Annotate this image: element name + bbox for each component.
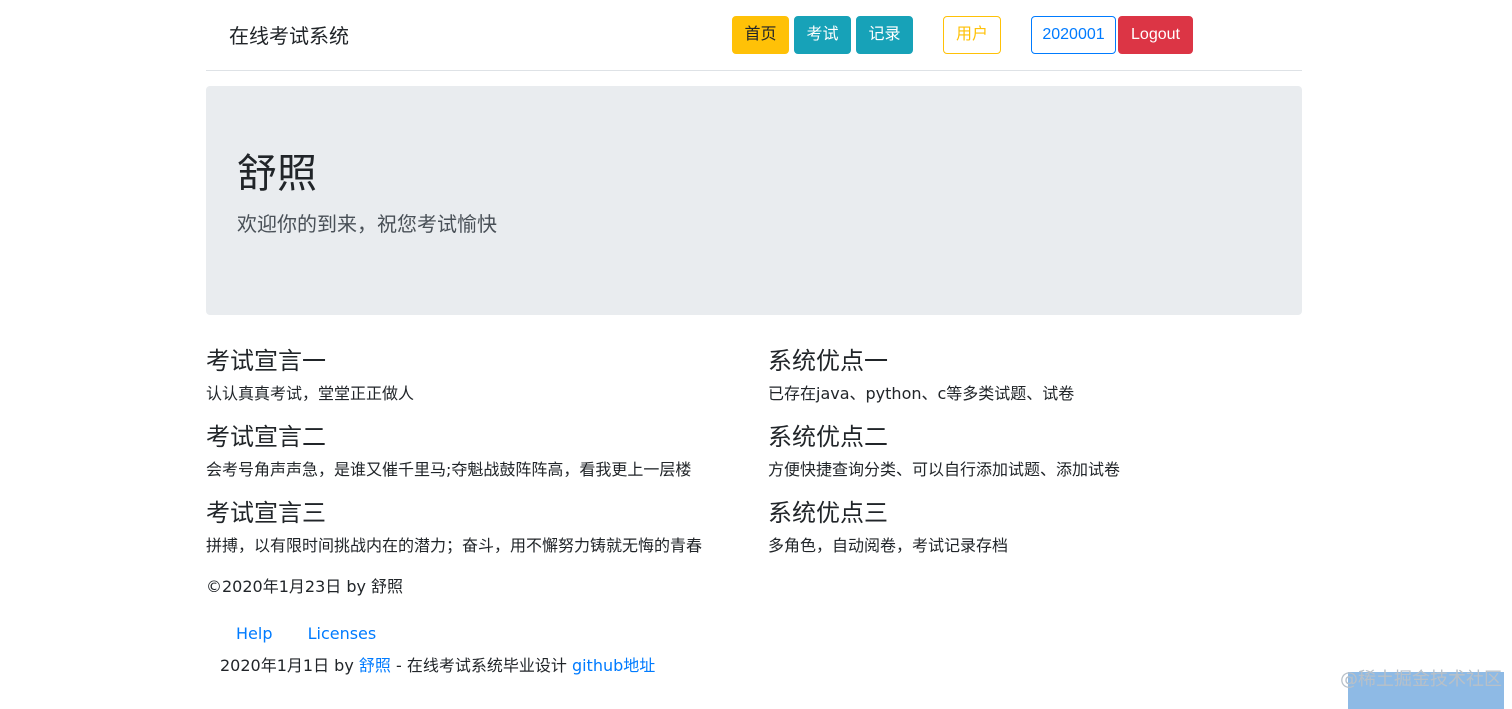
advantage-heading: 系统优点二 bbox=[768, 423, 888, 451]
declaration-heading: 考试宣言一 bbox=[206, 347, 326, 375]
advantage-text: 多角色，自动阅卷，考试记录存档 bbox=[768, 536, 1009, 555]
welcome-title: 舒照 bbox=[237, 151, 317, 197]
exam-declarations-column: 考试宣言一 认认真真考试，堂堂正正做人 考试宣言二 会考号角声声急，是谁又催千里… bbox=[206, 344, 766, 572]
declaration-text: 认认真真考试，堂堂正正做人 bbox=[206, 384, 415, 403]
advantage-item: 系统优点一 已存在java、python、c等多类试题、试卷 bbox=[768, 344, 1328, 420]
licenses-link[interactable]: Licenses bbox=[308, 624, 377, 643]
footer-description: - 在线考试系统毕业设计 bbox=[390, 656, 572, 675]
declaration-text: 会考号角声声急，是谁又催千里马;夺魁战鼓阵阵高，看我更上一层楼 bbox=[206, 460, 692, 479]
user-button[interactable]: 用户 bbox=[943, 16, 1001, 54]
footer-links: Help Licenses bbox=[236, 622, 406, 646]
brand-title[interactable]: 在线考试系统 bbox=[229, 22, 349, 50]
advantage-heading: 系统优点一 bbox=[768, 347, 888, 375]
declaration-item: 考试宣言一 认认真真考试，堂堂正正做人 bbox=[206, 344, 766, 420]
records-button[interactable]: 记录 bbox=[856, 16, 913, 54]
welcome-jumbotron: 舒照 欢迎你的到来，祝您考试愉快 bbox=[206, 86, 1302, 315]
declaration-item: 考试宣言二 会考号角声声急，是谁又催千里马;夺魁战鼓阵阵高，看我更上一层楼 bbox=[206, 420, 766, 496]
github-link[interactable]: github地址 bbox=[572, 656, 655, 675]
welcome-lead: 欢迎你的到来，祝您考试愉快 bbox=[237, 212, 497, 236]
footer-note: 2020年1月1日 by 舒照 - 在线考试系统毕业设计 github地址 bbox=[220, 654, 655, 678]
declaration-item: 考试宣言三 拼搏，以有限时间挑战内在的潜力；奋斗，用不懈努力铸就无悔的青春 bbox=[206, 496, 766, 572]
declaration-text: 拼搏，以有限时间挑战内在的潜力；奋斗，用不懈努力铸就无悔的青春 bbox=[206, 536, 703, 555]
page: 在线考试系统 首页 考试 记录 用户 2020001 Logout 舒照 欢迎你… bbox=[0, 0, 1512, 709]
advantage-text: 已存在java、python、c等多类试题、试卷 bbox=[768, 384, 1075, 403]
advantage-text: 方便快捷查询分类、可以自行添加试题、添加试卷 bbox=[768, 460, 1121, 479]
watermark-text: @稀土掘金技术社区 bbox=[1340, 669, 1502, 690]
footer-date: 2020年1月1日 by bbox=[220, 656, 359, 675]
advantage-heading: 系统优点三 bbox=[768, 499, 888, 527]
system-advantages-column: 系统优点一 已存在java、python、c等多类试题、试卷 系统优点二 方便快… bbox=[768, 344, 1328, 572]
exam-button[interactable]: 考试 bbox=[794, 16, 851, 54]
copyright-text: ©2020年1月23日 by 舒照 bbox=[206, 577, 404, 596]
top-navbar: 在线考试系统 首页 考试 记录 用户 2020001 Logout bbox=[206, 0, 1302, 71]
advantage-item: 系统优点三 多角色，自动阅卷，考试记录存档 bbox=[768, 496, 1328, 572]
declaration-heading: 考试宣言二 bbox=[206, 423, 326, 451]
logout-button[interactable]: Logout bbox=[1118, 16, 1193, 54]
advantage-item: 系统优点二 方便快捷查询分类、可以自行添加试题、添加试卷 bbox=[768, 420, 1328, 496]
account-button[interactable]: 2020001 bbox=[1031, 16, 1116, 54]
help-link[interactable]: Help bbox=[236, 624, 272, 643]
declaration-heading: 考试宣言三 bbox=[206, 499, 326, 527]
home-button[interactable]: 首页 bbox=[732, 16, 789, 54]
author-link[interactable]: 舒照 bbox=[359, 656, 391, 675]
